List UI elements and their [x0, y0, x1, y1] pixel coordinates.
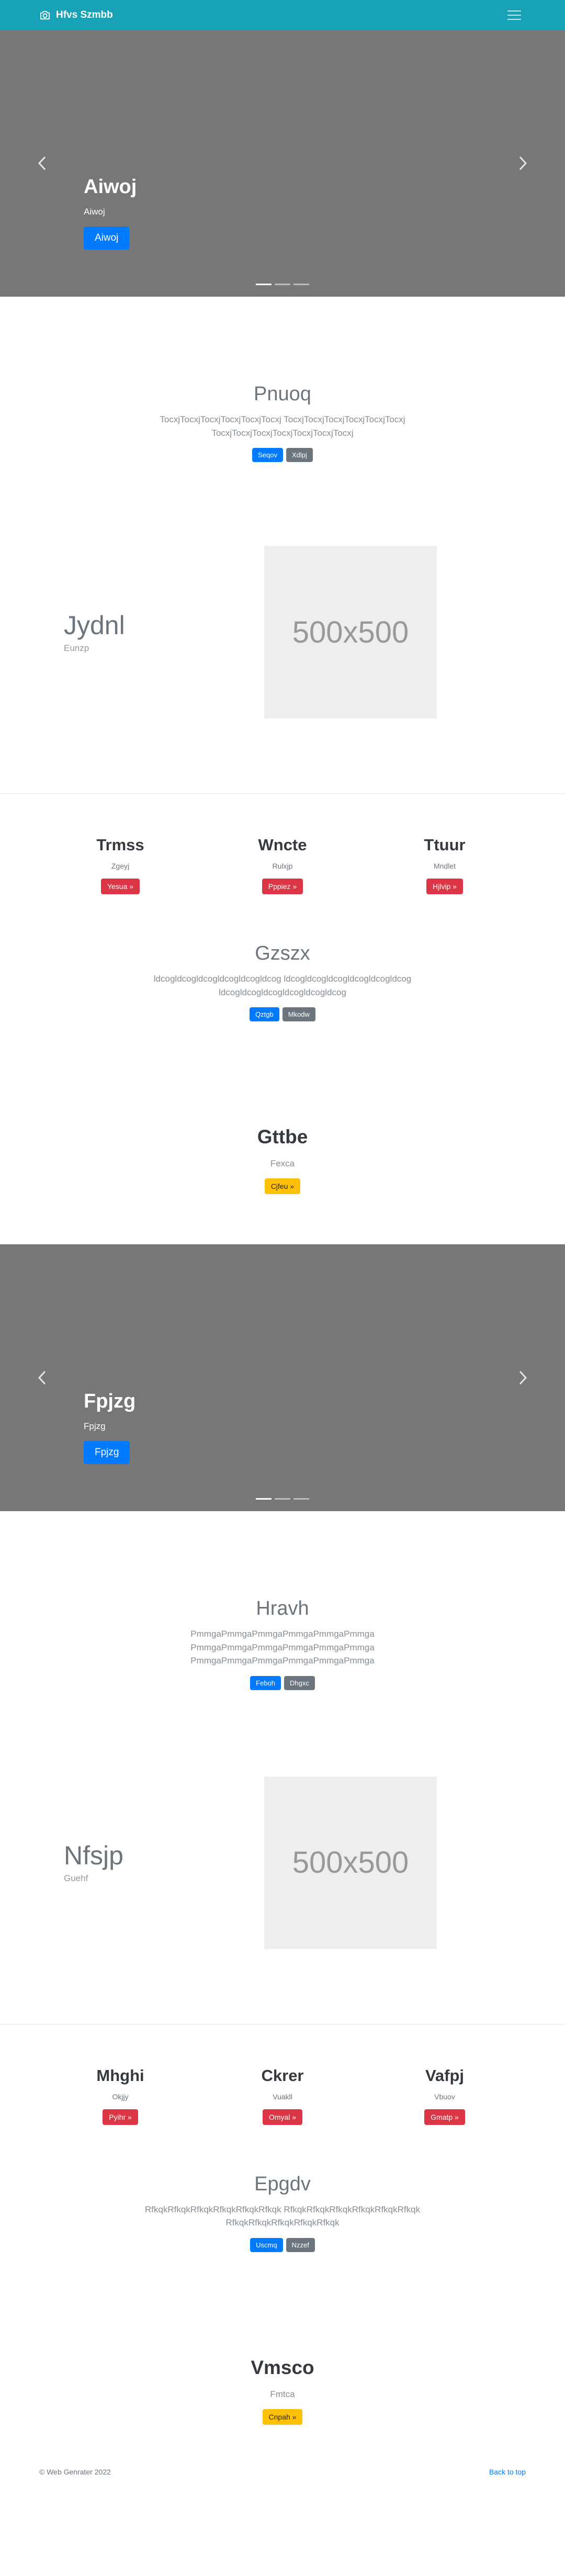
column-item: Ttuur Mndlet Hjlvip » — [364, 836, 526, 894]
jumbotron-4: Epgdv RfkqkRfkqkRfkqkRfkqkRfkqkRfkqk Rfk… — [0, 2173, 565, 2252]
column-details-button[interactable]: Gmatp » — [424, 2109, 465, 2125]
carousel-caption: Fpjzg Fpjzg Fpjzg — [84, 1390, 135, 1464]
chevron-right-icon — [519, 1370, 527, 1385]
carousel-indicator[interactable] — [256, 1498, 272, 1500]
jumbotron-secondary-button[interactable]: Dhgxc — [284, 1675, 315, 1690]
carousel-cta-button[interactable]: Fpjzg — [84, 1441, 130, 1464]
navbar-toggler[interactable] — [503, 6, 526, 24]
carousel-indicators — [256, 284, 309, 285]
footer-copyright: © Web Genrater 2022 — [39, 2467, 111, 2476]
carousel-title: Aiwoj — [84, 176, 137, 198]
footer: © Web Genrater 2022 Back to top — [0, 2468, 565, 2476]
column-heading: Vafpj — [425, 2066, 465, 2085]
jumbotron-text: RfkqkRfkqkRfkqkRfkqkRfkqkRfkqk RfkqkRfkq… — [144, 2204, 421, 2228]
column-item: Vafpj Vbuov Gmatp » — [364, 2066, 526, 2125]
carousel-next-button[interactable] — [507, 1362, 539, 1393]
carousel-indicators — [256, 1498, 309, 1500]
jumbotron-title: Epgdv — [254, 2173, 311, 2195]
marketing-columns-1: Trmss Zgeyj Yesua » Wncte Rulxjp Pppiez … — [0, 836, 565, 894]
column-heading: Mhghi — [96, 2066, 144, 2085]
jumbotron-secondary-button[interactable]: Xdlpj — [286, 448, 313, 462]
carousel-caption: Aiwoj Aiwoj Aiwoj — [84, 176, 137, 250]
carousel-prev-button[interactable] — [26, 1362, 58, 1393]
jumbotron-secondary-button[interactable]: Mkodw — [282, 1007, 315, 1021]
cta-button[interactable]: Cjfeu » — [264, 1178, 301, 1194]
jumbotron-primary-button[interactable]: Qztgb — [250, 1007, 279, 1021]
chevron-left-icon — [38, 1370, 46, 1385]
camera-icon — [40, 10, 50, 19]
jumbotron-title: Gzszx — [255, 942, 310, 964]
featurette-2: Nfsjp Guehf 500x500 — [0, 1776, 565, 1949]
column-text: Vbuov — [434, 2092, 455, 2101]
column-heading: Trmss — [96, 836, 144, 854]
jumbotron-title: Pnuoq — [254, 383, 311, 405]
featurette-1: Jydnl Eunzp 500x500 — [0, 546, 565, 718]
call-to-action-2: Vmsco Fmtca Cnpah » — [0, 2357, 565, 2425]
brand-name: Hfvs Szmbb — [56, 9, 113, 20]
jumbotron-text: PmmgaPmmgaPmmgaPmmgaPmmgaPmmga PmmgaPmmg… — [190, 1629, 375, 1666]
call-to-action-1: Gttbe Fexca Cjfeu » — [0, 1126, 565, 1194]
featurette-heading: Nfsjp — [64, 1841, 123, 1870]
featurette-image: 500x500 — [264, 1776, 437, 1949]
carousel-indicator[interactable] — [275, 1498, 290, 1500]
featurette-subheading: Guehf — [64, 1873, 88, 1883]
cta-heading: Vmsco — [251, 2356, 314, 2378]
column-details-button[interactable]: Omyal » — [262, 2109, 303, 2125]
back-to-top-link[interactable]: Back to top — [489, 2468, 526, 2476]
column-details-button[interactable]: Pyihr » — [103, 2109, 138, 2125]
column-text: Zgeyj — [111, 862, 130, 870]
jumbotron-secondary-button[interactable]: Nzzef — [286, 2237, 315, 2252]
featurette-subheading: Eunzp — [64, 643, 89, 653]
carousel-subtitle: Fpjzg — [84, 1421, 106, 1431]
jumbotron-primary-button[interactable]: Feboh — [250, 1675, 281, 1690]
column-text: Mndlet — [433, 862, 456, 870]
navbar: Hfvs Szmbb — [0, 0, 565, 30]
carousel-indicator[interactable] — [275, 284, 290, 285]
jumbotron-title: Hravh — [256, 1598, 309, 1619]
carousel-subtitle: Aiwoj — [84, 207, 105, 217]
featurette-heading: Jydnl — [64, 610, 125, 640]
cta-text: Fmtca — [270, 2389, 295, 2399]
column-details-button[interactable]: Hjlvip » — [426, 879, 463, 894]
column-heading: Ckrer — [261, 2066, 304, 2085]
cta-heading: Gttbe — [257, 1126, 308, 1148]
carousel-indicator[interactable] — [256, 284, 272, 285]
navbar-brand[interactable]: Hfvs Szmbb — [39, 9, 113, 21]
carousel-cta-button[interactable]: Aiwoj — [84, 227, 130, 250]
marketing-columns-2: Mhghi Okjjy Pyihr » Ckrer Vuakll Omyal »… — [0, 2066, 565, 2125]
carousel-indicator[interactable] — [293, 1498, 309, 1500]
column-item: Wncte Rulxjp Pppiez » — [201, 836, 364, 894]
jumbotron-1: Pnuoq TocxjTocxjTocxjTocxjTocxjTocxj Toc… — [0, 383, 565, 462]
column-item: Trmss Zgeyj Yesua » — [39, 836, 201, 894]
cta-text: Fexca — [270, 1158, 295, 1168]
column-text: Rulxjp — [272, 862, 293, 870]
jumbotron-primary-button[interactable]: Uscmq — [250, 2237, 283, 2252]
carousel-indicator[interactable] — [293, 284, 309, 285]
hero-carousel-2: Fpjzg Fpjzg Fpjzg — [0, 1244, 565, 1511]
column-text: Vuakll — [273, 2092, 292, 2101]
column-details-button[interactable]: Pppiez » — [262, 879, 303, 894]
featurette-image: 500x500 — [264, 546, 437, 718]
column-details-button[interactable]: Yesua » — [100, 879, 140, 894]
column-heading: Ttuur — [424, 836, 466, 854]
jumbotron-primary-button[interactable]: Seqov — [252, 448, 283, 462]
column-item: Ckrer Vuakll Omyal » — [201, 2066, 364, 2125]
column-text: Okjjy — [112, 2092, 129, 2101]
cta-button[interactable]: Cnpah » — [262, 2409, 303, 2425]
carousel-title: Fpjzg — [84, 1390, 136, 1412]
column-heading: Wncte — [258, 836, 307, 854]
column-item: Mhghi Okjjy Pyihr » — [39, 2066, 201, 2125]
chevron-right-icon — [519, 156, 527, 171]
jumbotron-3: Hravh PmmgaPmmgaPmmgaPmmgaPmmgaPmmga Pmm… — [0, 1598, 565, 1690]
jumbotron-2: Gzszx ldcogldcogldcogldcogldcogldcog ldc… — [0, 942, 565, 1021]
carousel-next-button[interactable] — [507, 148, 539, 179]
jumbotron-text: ldcogldcogldcogldcogldcogldcog ldcogldco… — [153, 974, 412, 997]
hamburger-menu-icon — [507, 10, 521, 12]
jumbotron-text: TocxjTocxjTocxjTocxjTocxjTocxj TocxjTocx… — [160, 414, 405, 438]
hero-carousel-1: Aiwoj Aiwoj Aiwoj — [0, 30, 565, 297]
chevron-left-icon — [38, 156, 46, 171]
carousel-prev-button[interactable] — [26, 148, 58, 179]
